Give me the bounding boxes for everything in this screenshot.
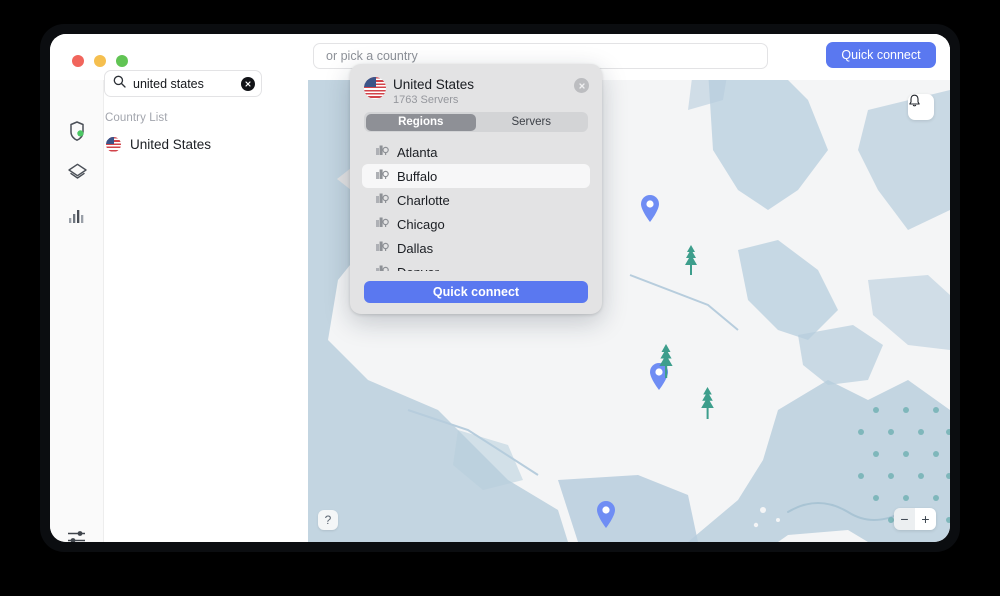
device-frame: united states Country List United States (40, 24, 960, 552)
zoom-out-button[interactable]: − (894, 508, 915, 530)
list-item[interactable]: Buffalo (362, 164, 590, 188)
notifications-button[interactable] (908, 94, 934, 120)
popup-title: United States (393, 77, 475, 92)
city-marker-icon (375, 263, 389, 271)
city-label: Charlotte (397, 192, 450, 208)
country-search-value: or pick a country (326, 49, 418, 63)
close-icon[interactable] (574, 78, 589, 93)
popup-quick-connect-button[interactable]: Quick connect (364, 281, 588, 303)
city-marker-icon (375, 215, 389, 234)
list-item[interactable]: Denver (362, 260, 590, 271)
list-item-label: United States (130, 136, 212, 152)
clear-search-icon[interactable] (241, 76, 255, 91)
zoom-in-button[interactable]: + (915, 508, 936, 530)
city-marker-icon (375, 143, 389, 162)
city-label: Chicago (397, 216, 445, 232)
tab-servers[interactable]: Servers (476, 114, 587, 131)
sidebar-item-vpn-status[interactable] (66, 120, 88, 147)
list-item[interactable]: Dallas (362, 236, 590, 260)
quick-connect-button[interactable]: Quick connect (826, 42, 936, 68)
sidebar-rail (50, 80, 104, 542)
popup-tabs: Regions Servers (364, 112, 588, 132)
map-pin[interactable] (639, 193, 661, 223)
list-item-united-states[interactable]: United States (100, 132, 260, 156)
city-label: Denver (397, 265, 439, 272)
city-label: Dallas (397, 240, 434, 256)
search-input-value: united states (133, 76, 204, 91)
popup-subtitle: 1763 Servers (393, 94, 459, 106)
window-close-button[interactable] (72, 55, 84, 67)
layers-icon (67, 162, 88, 188)
sidebar-item-settings[interactable] (66, 528, 88, 542)
city-list[interactable]: Atlanta Buffalo Charlotte Chicago Dallas (350, 140, 602, 271)
city-marker-icon (375, 167, 389, 186)
city-marker-icon (375, 191, 389, 210)
help-button[interactable]: ? (318, 510, 338, 530)
country-popup: United States 1763 Servers Regions Serve… (350, 64, 602, 314)
sidebar-item-statistics[interactable] (66, 206, 88, 228)
city-label: Atlanta (397, 144, 438, 160)
us-flag-icon (364, 77, 386, 99)
window-minimize-button[interactable] (94, 55, 106, 67)
country-list-section-label: Country List (105, 112, 168, 124)
us-flag-icon (106, 136, 121, 152)
list-item[interactable]: Atlanta (362, 140, 590, 164)
search-input[interactable]: united states (104, 70, 262, 97)
city-marker-icon (375, 239, 389, 258)
search-icon (113, 75, 126, 93)
map-zoom-controls: − + (894, 508, 936, 530)
list-item[interactable]: Chicago (362, 212, 590, 236)
list-item[interactable]: Charlotte (362, 188, 590, 212)
help-label: ? (324, 513, 332, 527)
shield-status-icon (67, 120, 87, 147)
window-maximize-button[interactable] (116, 55, 128, 67)
bar-chart-icon (68, 207, 86, 228)
sliders-settings-icon (67, 529, 87, 542)
map-pin[interactable] (595, 499, 617, 529)
app-window: united states Country List United States (50, 34, 950, 542)
tab-regions[interactable]: Regions (365, 113, 476, 131)
popup-tail (337, 168, 351, 190)
sidebar-item-layers[interactable] (66, 162, 88, 188)
city-label: Buffalo (397, 168, 438, 184)
